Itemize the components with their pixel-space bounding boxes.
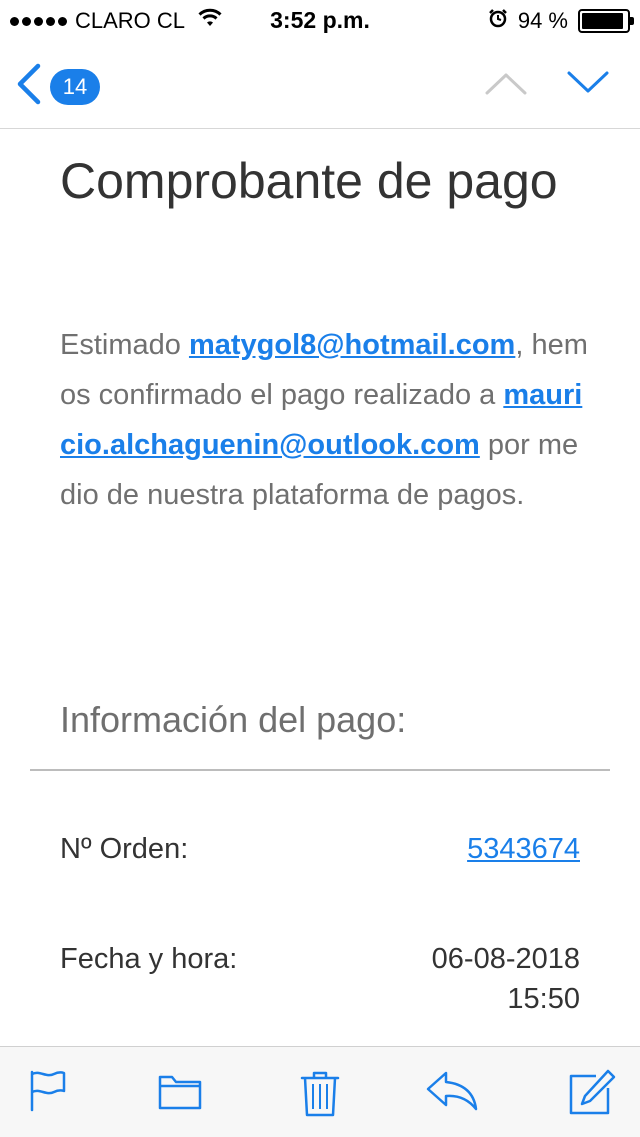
- greeting-text: Estimado: [60, 329, 189, 361]
- mail-nav-bar: 14: [0, 40, 640, 129]
- payment-info-heading: Información del pago:: [60, 699, 407, 740]
- mail-toolbar: [0, 1046, 640, 1137]
- compose-icon: [569, 1069, 616, 1115]
- previous-message-button[interactable]: [484, 70, 528, 101]
- email-message: Estimado matygol8@hotmail.com, hemos con…: [60, 320, 590, 520]
- flag-button[interactable]: [28, 1069, 68, 1118]
- flag-icon: [30, 1070, 66, 1112]
- status-bar: CLARO CL 3:52 p.m. 94 %: [0, 0, 640, 40]
- battery-fill: [582, 13, 624, 29]
- trash-icon: [300, 1071, 340, 1117]
- move-to-folder-button[interactable]: [157, 1069, 203, 1118]
- folder-icon: [158, 1075, 202, 1110]
- battery-percentage: 94 %: [517, 8, 568, 33]
- email-title: Comprobante de pago: [60, 153, 558, 209]
- back-chevron-icon: [14, 62, 42, 111]
- next-message-button[interactable]: [566, 70, 610, 101]
- order-number-label: Nº Orden:: [60, 833, 189, 865]
- reply-button[interactable]: [424, 1069, 480, 1118]
- sender-email-link[interactable]: matygol8@hotmail.com: [189, 329, 515, 361]
- order-number-link[interactable]: 5343674: [467, 833, 580, 865]
- compose-button[interactable]: [568, 1069, 616, 1122]
- section-divider: [30, 769, 610, 771]
- payment-date: 06-08-2018: [431, 943, 580, 975]
- order-number-value: 5343674: [467, 829, 580, 869]
- status-right: 94 %: [488, 8, 634, 34]
- delete-button[interactable]: [299, 1069, 341, 1124]
- alarm-icon: [488, 8, 508, 34]
- datetime-value: 06-08-2018 15:50: [432, 939, 580, 1019]
- email-body: Comprobante de pago Estimado matygol8@ho…: [0, 129, 640, 1045]
- reply-icon: [426, 1071, 478, 1111]
- unread-count-badge: 14: [50, 68, 100, 105]
- back-to-inbox-button[interactable]: 14: [14, 62, 100, 111]
- battery-icon: [578, 9, 634, 33]
- datetime-label: Fecha y hora:: [60, 943, 238, 975]
- payment-time: 15:50: [507, 983, 580, 1015]
